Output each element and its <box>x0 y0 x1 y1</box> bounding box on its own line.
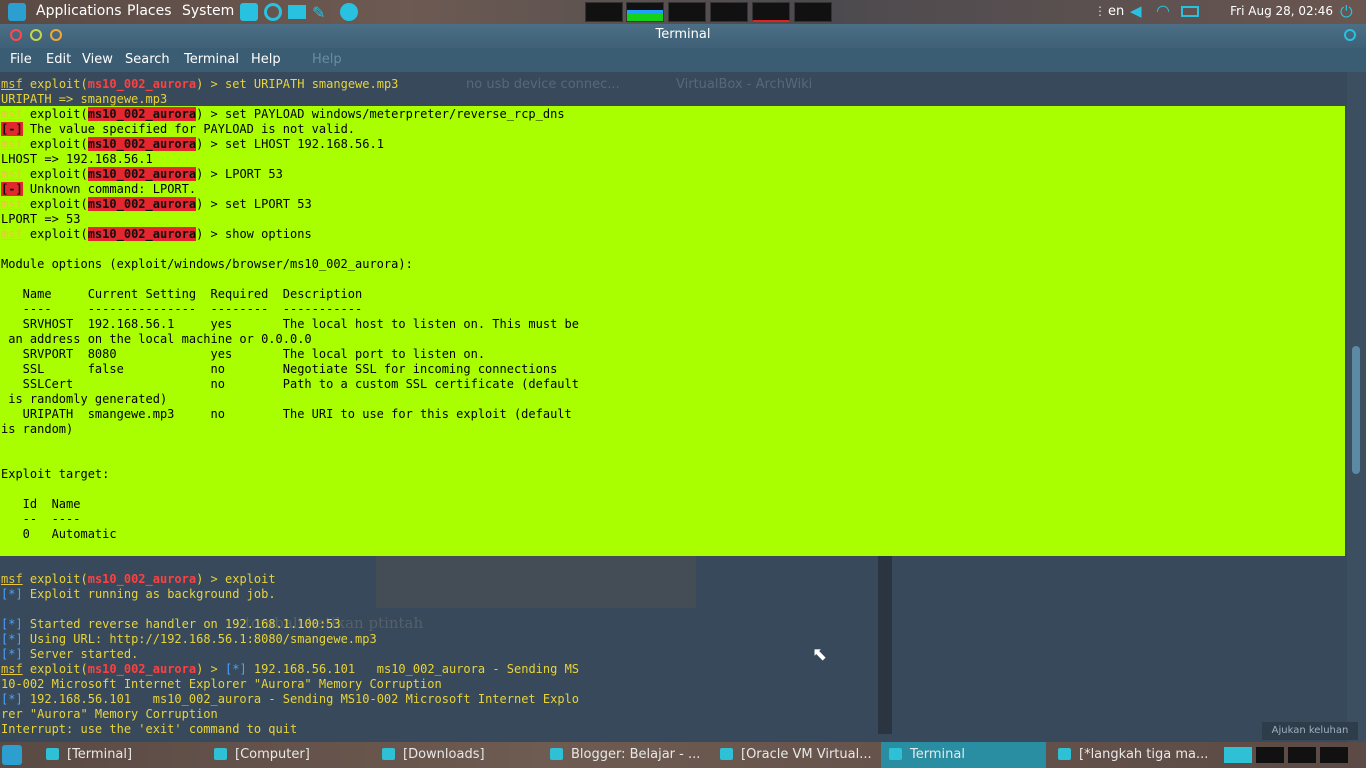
window-titlebar[interactable]: Terminal <box>0 24 1366 48</box>
show-desktop-icon[interactable] <box>2 745 22 765</box>
terminal-icon <box>46 748 59 760</box>
globe-icon[interactable] <box>340 3 358 21</box>
menu-help[interactable]: Help <box>251 52 281 67</box>
menu-view[interactable]: View <box>82 52 113 67</box>
background-scrollbar <box>878 554 892 734</box>
menu-file[interactable]: File <box>10 52 32 67</box>
cpu-monitor-graph <box>626 2 664 22</box>
menu-terminal[interactable]: Terminal <box>184 52 239 67</box>
menubar: File Edit View Search Terminal Help Help <box>0 48 1366 72</box>
browser-icon[interactable] <box>264 3 282 21</box>
power-icon[interactable]: ⏻ <box>1340 2 1353 22</box>
distro-logo-icon[interactable] <box>8 3 26 21</box>
terminal-icon <box>889 748 902 760</box>
menu-search[interactable]: Search <box>125 52 170 67</box>
workspace-4[interactable] <box>1320 747 1348 763</box>
virtualbox-icon <box>720 748 733 760</box>
task-downloads[interactable]: [Downloads] <box>382 742 532 768</box>
text-editor-icon[interactable]: ✎ <box>312 3 330 22</box>
scrollbar-thumb[interactable] <box>1352 346 1360 474</box>
network-monitor-graph <box>710 2 748 22</box>
text-editor-icon <box>1058 748 1071 760</box>
keyboard-layout[interactable]: en <box>1108 4 1124 19</box>
background-help-menu: Help <box>312 52 342 67</box>
swap-monitor-graph <box>752 2 790 22</box>
system-menu[interactable]: System <box>182 3 234 19</box>
task-terminal-active[interactable]: Terminal <box>881 742 1046 768</box>
clock[interactable]: Fri Aug 28, 02:46 <box>1230 4 1333 18</box>
window-title: Terminal <box>655 27 711 42</box>
keyboard-icon: ⋮ <box>1094 4 1106 18</box>
task-langkah[interactable]: [*langkah tiga ma... <box>1058 742 1214 768</box>
taskbar: [Terminal] [Computer] [Downloads] Blogge… <box>0 742 1366 768</box>
feedback-button[interactable]: Ajukan keluhan <box>1262 722 1358 740</box>
applications-menu[interactable]: Applications <box>36 3 122 19</box>
system-monitor-graph <box>585 2 623 22</box>
folder-icon <box>382 748 395 760</box>
memory-monitor-graph <box>668 2 706 22</box>
workspace-1[interactable] <box>1224 747 1252 763</box>
browser-icon <box>550 748 563 760</box>
terminal-text: msf exploit(ms10_002_aurora) > set URIPA… <box>1 77 580 736</box>
mouse-cursor-icon: ⬉ <box>812 644 828 665</box>
top-panel: Applications Places System ✎ ⋮ en ◀ ◠ Fr… <box>0 0 1366 24</box>
window-menu-button[interactable] <box>1344 29 1356 41</box>
computer-icon <box>214 748 227 760</box>
task-blogger[interactable]: Blogger: Belajar - ... <box>550 742 710 768</box>
places-menu[interactable]: Places <box>127 3 172 19</box>
workspace-3[interactable] <box>1288 747 1316 763</box>
task-computer[interactable]: [Computer] <box>214 742 374 768</box>
load-monitor-graph <box>794 2 832 22</box>
terminal-icon[interactable] <box>288 5 306 19</box>
workspace-2[interactable] <box>1256 747 1284 763</box>
screenshot-icon[interactable] <box>240 3 258 21</box>
task-terminal-1[interactable]: [Terminal] <box>46 742 206 768</box>
volume-muted-icon[interactable]: ◀ <box>1130 2 1142 20</box>
battery-icon[interactable] <box>1181 6 1199 17</box>
menu-edit[interactable]: Edit <box>46 52 71 67</box>
terminal-output[interactable]: no usb device connec... VirtualBox - Arc… <box>0 72 1347 742</box>
terminal-scrollbar[interactable] <box>1347 72 1366 742</box>
wifi-icon[interactable]: ◠ <box>1156 1 1170 20</box>
task-virtualbox[interactable]: [Oracle VM Virtual... <box>720 742 875 768</box>
background-tab-virtualbox: VirtualBox - ArchWiki <box>676 77 813 92</box>
